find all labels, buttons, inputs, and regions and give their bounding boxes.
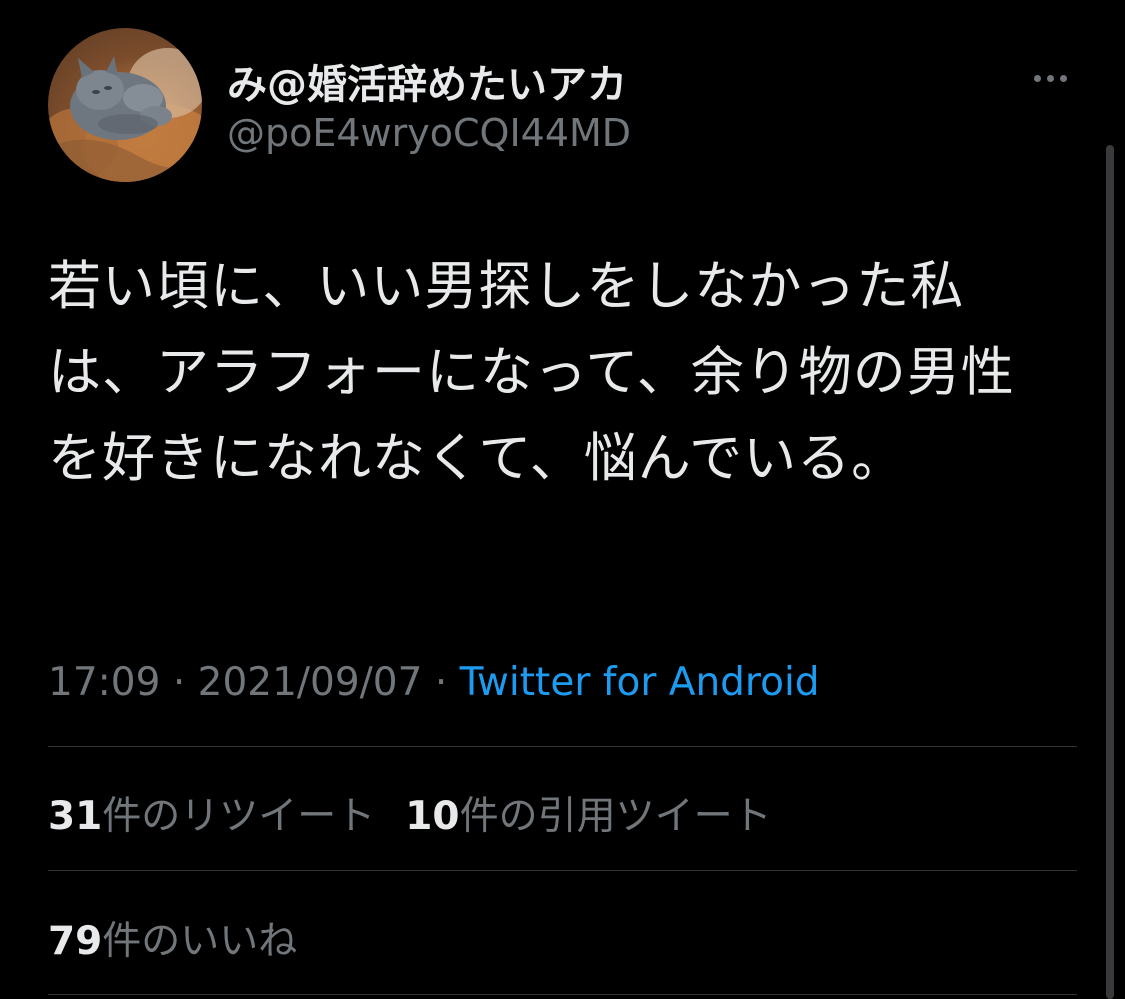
likes-stats-row: 79件のいいね: [48, 910, 327, 966]
cat-photo-avatar-icon: [48, 48, 202, 182]
retweets-count: 31: [48, 794, 103, 839]
quote-tweets-stat[interactable]: 10件の引用ツイート: [405, 785, 771, 841]
tweet-source-link[interactable]: Twitter for Android: [460, 660, 820, 705]
meta-separator: ·: [172, 660, 186, 705]
tweet-meta: 17:09 · 2021/09/07 · Twitter for Android: [48, 660, 820, 705]
scrollbar[interactable]: [1106, 145, 1114, 999]
divider: [48, 746, 1077, 747]
divider: [48, 994, 1077, 995]
likes-label: 件のいいね: [102, 919, 298, 964]
user-handle[interactable]: @poE4wryoCQI44MD: [227, 111, 631, 155]
likes-stat[interactable]: 79件のいいね: [48, 910, 297, 966]
divider: [48, 870, 1077, 871]
tweet-text: 若い頃に、いい男探しをしなかった私は、アラフォーになって、余り物の男性を好きにな…: [48, 256, 1015, 489]
more-options-button[interactable]: [1022, 60, 1078, 96]
retweets-label: 件のリツイート: [102, 794, 376, 839]
retweets-stat[interactable]: 31件のリツイート: [48, 785, 375, 841]
more-horizontal-icon-dot: [1059, 74, 1067, 82]
likes-count: 79: [48, 919, 103, 964]
display-name[interactable]: み@婚活辞めたいアカ: [227, 52, 627, 110]
more-horizontal-icon: [1033, 74, 1041, 82]
tweet-time: 17:09: [48, 660, 161, 705]
engagement-stats-row: 31件のリツイート 10件の引用ツイート: [48, 785, 802, 841]
quotes-label: 件の引用ツイート: [459, 794, 772, 839]
avatar[interactable]: [48, 28, 202, 182]
quotes-count: 10: [405, 794, 460, 839]
meta-separator: ·: [434, 660, 448, 705]
more-horizontal-icon-dot: [1046, 74, 1054, 82]
tweet-date: 2021/09/07: [197, 660, 423, 705]
